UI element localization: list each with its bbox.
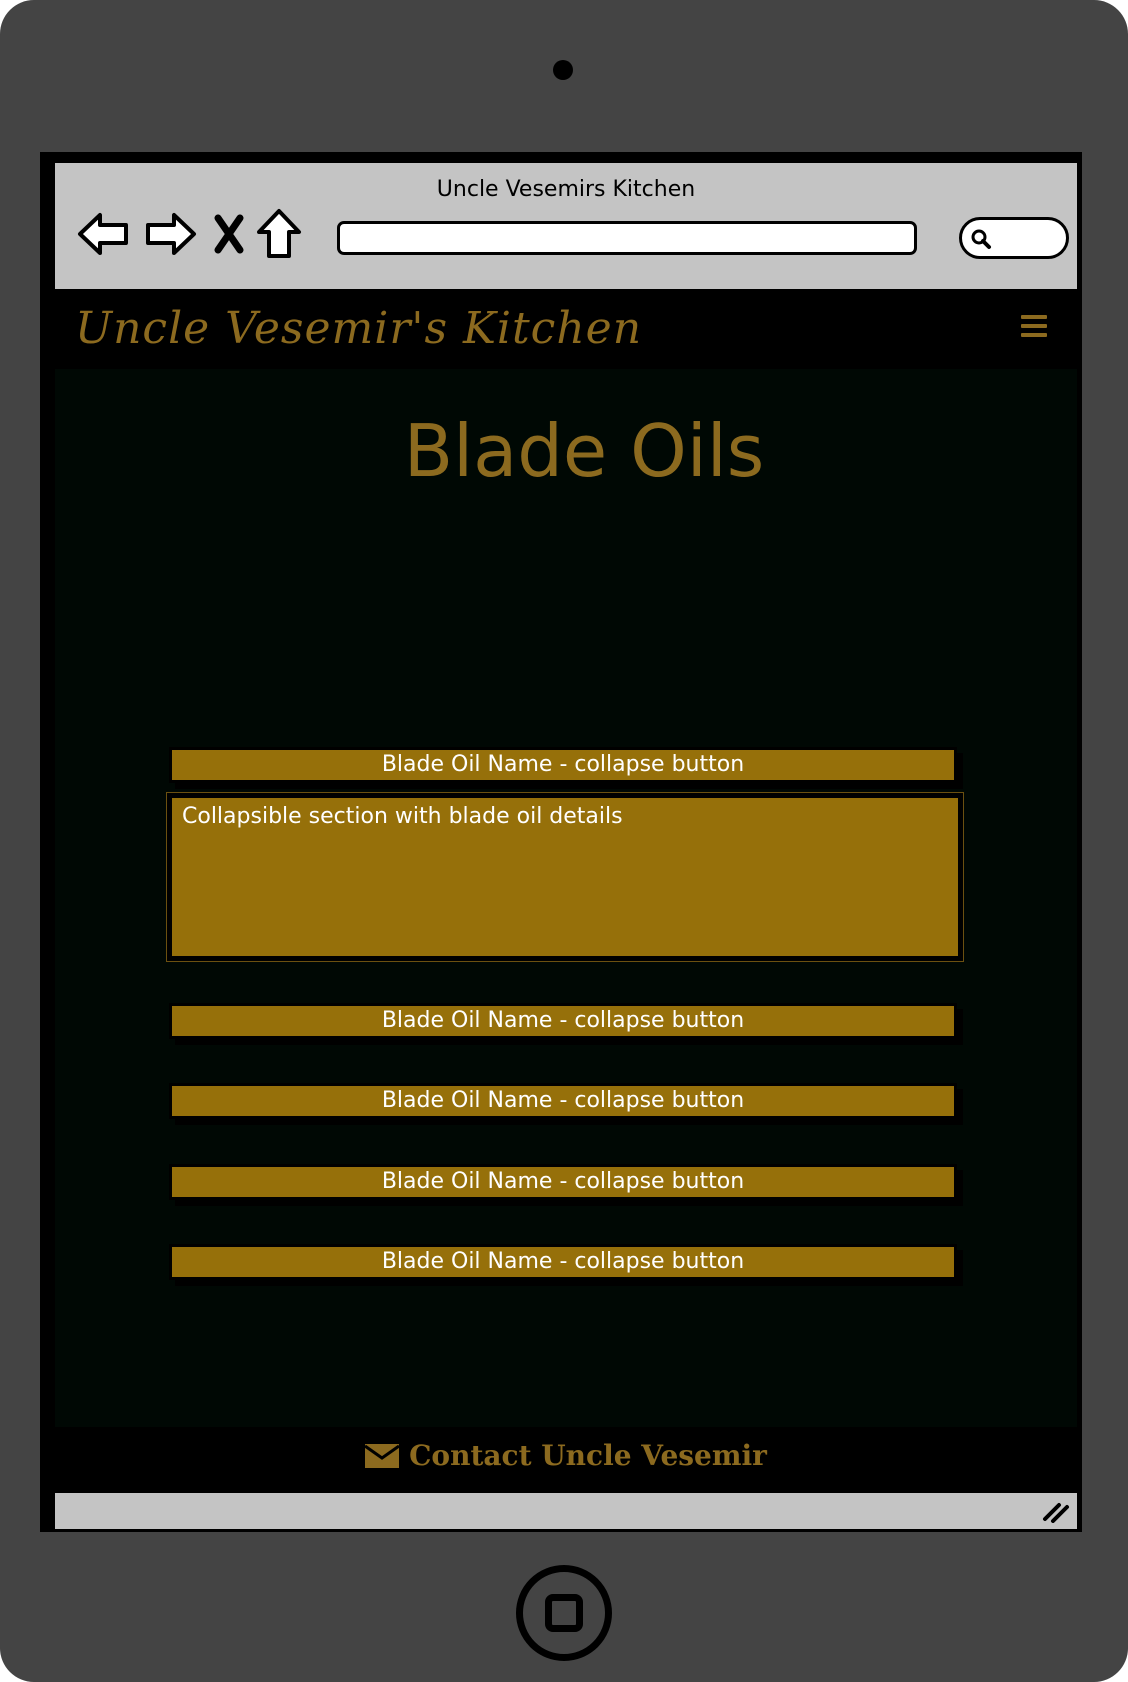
home-icon[interactable] [255, 207, 303, 261]
site-navbar: Uncle Vesemir's Kitchen [55, 289, 1077, 369]
forward-arrow-icon[interactable] [143, 207, 199, 261]
search-icon [971, 229, 991, 249]
browser-search-input[interactable] [959, 217, 1069, 259]
back-arrow-icon[interactable] [75, 207, 131, 261]
contact-link[interactable]: Contact Uncle Vesemir [365, 1439, 767, 1472]
camera-dot [553, 60, 573, 80]
accordion-toggle-button-2[interactable]: Blade Oil Name - collapse button [169, 1003, 957, 1039]
accordion-toggle-button-3[interactable]: Blade Oil Name - collapse button [169, 1083, 957, 1119]
device-home-button[interactable] [516, 1565, 612, 1661]
contact-label: Contact Uncle Vesemir [409, 1439, 767, 1472]
page-title: Blade Oils [403, 409, 765, 493]
resize-grip-icon[interactable] [1041, 1499, 1071, 1523]
accordion-toggle-button-5[interactable]: Blade Oil Name - collapse button [169, 1244, 957, 1280]
hamburger-menu-icon[interactable] [1021, 315, 1047, 341]
browser-window: Uncle Vesemirs Kitchen Uncle Vesemir's K… [40, 152, 1082, 1532]
home-square-icon [545, 1594, 583, 1632]
browser-toolbar: Uncle Vesemirs Kitchen [55, 163, 1077, 289]
accordion-toggle-button-4[interactable]: Blade Oil Name - collapse button [169, 1164, 957, 1200]
window-title: Uncle Vesemirs Kitchen [436, 177, 696, 202]
site-brand-logo[interactable]: Uncle Vesemir's Kitchen [75, 303, 642, 354]
address-bar-input[interactable] [337, 221, 917, 255]
site-footer: Contact Uncle Vesemir [55, 1427, 1077, 1489]
browser-status-bar [55, 1493, 1077, 1529]
accordion-toggle-button-1[interactable]: Blade Oil Name - collapse button [169, 747, 957, 783]
envelope-icon [365, 1443, 400, 1468]
main-content: Blade Oils Blade Oil Name - collapse but… [55, 369, 1077, 1427]
tablet-device-frame: Uncle Vesemirs Kitchen Uncle Vesemir's K… [0, 0, 1128, 1682]
accordion-panel-details: Collapsible section with blade oil detai… [166, 792, 964, 962]
stop-x-icon[interactable] [211, 207, 247, 261]
